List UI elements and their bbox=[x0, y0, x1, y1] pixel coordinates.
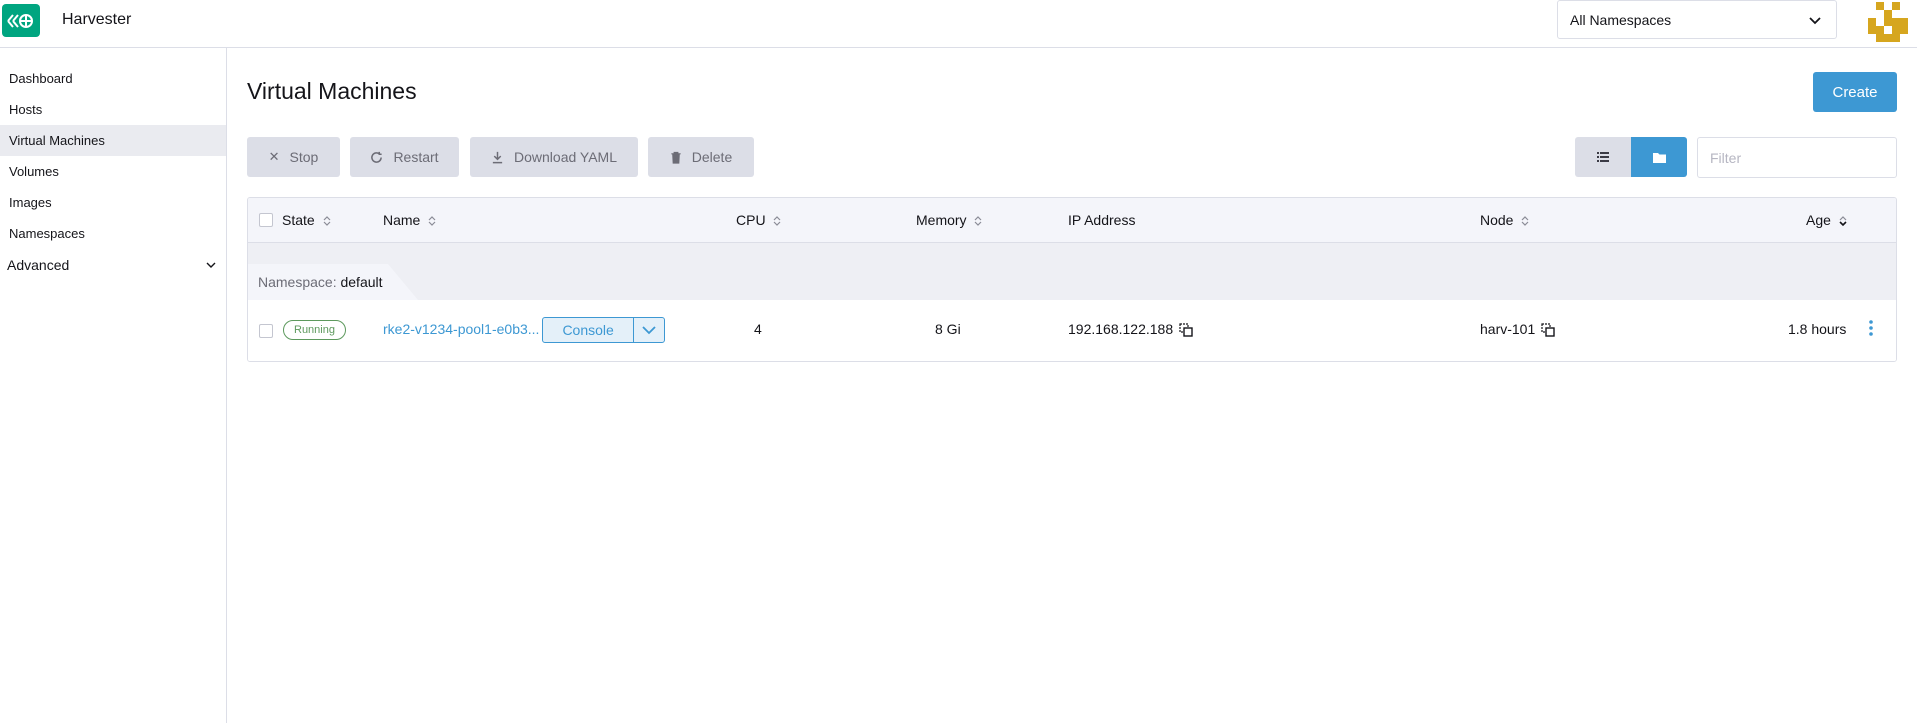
chevron-down-icon bbox=[642, 326, 656, 335]
filter-input[interactable] bbox=[1697, 137, 1897, 178]
user-avatar[interactable] bbox=[1868, 2, 1908, 42]
node-cell: harv-101 bbox=[1480, 321, 1555, 337]
sidebar: Dashboard Hosts Virtual Machines Volumes… bbox=[0, 48, 227, 723]
sidebar-item-images[interactable]: Images bbox=[0, 187, 226, 218]
download-yaml-button[interactable]: Download YAML bbox=[470, 137, 638, 177]
ip-address-value: 192.168.122.188 bbox=[1068, 321, 1174, 337]
namespace-select-value: All Namespaces bbox=[1570, 11, 1672, 28]
console-dropdown[interactable] bbox=[634, 325, 664, 335]
folder-icon bbox=[1652, 152, 1666, 163]
status-badge: Running bbox=[283, 320, 346, 340]
sort-icon bbox=[975, 216, 982, 227]
sidebar-item-volumes[interactable]: Volumes bbox=[0, 156, 226, 187]
harvester-logo-icon[interactable] bbox=[2, 4, 40, 37]
cpu-value: 4 bbox=[754, 321, 762, 337]
column-age-label: Age bbox=[1806, 212, 1831, 228]
ip-address-cell: 192.168.122.188 bbox=[1068, 321, 1193, 337]
stop-label: Stop bbox=[289, 149, 319, 165]
column-node[interactable]: Node bbox=[1480, 212, 1529, 228]
chevron-down-icon bbox=[1809, 17, 1821, 25]
app-title: Harvester bbox=[62, 11, 132, 28]
download-icon bbox=[492, 151, 503, 163]
namespace-select[interactable]: All Namespaces bbox=[1557, 0, 1837, 39]
copy-icon[interactable] bbox=[1179, 323, 1193, 337]
vm-table: State Name CPU Memory IP Address Node Ag… bbox=[247, 197, 1897, 362]
column-node-label: Node bbox=[1480, 212, 1514, 228]
delete-button[interactable]: Delete bbox=[648, 137, 754, 177]
sort-icon bbox=[428, 216, 436, 227]
sidebar-item-dashboard[interactable]: Dashboard bbox=[0, 63, 226, 94]
sort-icon bbox=[774, 216, 781, 227]
column-state-label: State bbox=[282, 212, 315, 228]
sidebar-group-advanced[interactable]: Advanced bbox=[0, 249, 226, 281]
select-all-checkbox[interactable] bbox=[259, 213, 273, 227]
column-cpu[interactable]: CPU bbox=[736, 212, 781, 228]
list-icon bbox=[1597, 152, 1609, 162]
sort-desc-icon bbox=[1839, 216, 1847, 227]
namespace-group-label: Namespace: default bbox=[258, 274, 383, 290]
close-icon: ✕ bbox=[268, 149, 280, 164]
memory-value: 8 Gi bbox=[935, 321, 961, 337]
console-button[interactable]: Console bbox=[542, 317, 665, 343]
column-age[interactable]: Age bbox=[1806, 212, 1847, 228]
node-value: harv-101 bbox=[1480, 321, 1536, 337]
vm-name-link[interactable]: rke2-v1234-pool1-e0b3... bbox=[383, 321, 539, 337]
column-name-label: Name bbox=[383, 212, 421, 228]
sort-icon bbox=[1521, 216, 1529, 227]
namespace-group-value: default bbox=[340, 274, 383, 290]
column-memory-label: Memory bbox=[916, 212, 967, 228]
page-title: Virtual Machines bbox=[247, 78, 417, 104]
table-header: State Name CPU Memory IP Address Node Ag… bbox=[248, 198, 1896, 243]
copy-icon[interactable] bbox=[1541, 323, 1555, 337]
console-label: Console bbox=[543, 318, 635, 342]
age-value: 1.8 hours bbox=[1788, 321, 1847, 337]
chevron-down-icon bbox=[206, 262, 216, 268]
row-checkbox[interactable] bbox=[259, 324, 273, 338]
namespace-group-tab: Namespace: default bbox=[248, 264, 418, 300]
column-cpu-label: CPU bbox=[736, 212, 766, 228]
table-row: Running rke2-v1234-pool1-e0b3... Console… bbox=[248, 300, 1896, 361]
view-toggle bbox=[1575, 137, 1687, 177]
column-state[interactable]: State bbox=[282, 212, 331, 228]
column-memory[interactable]: Memory bbox=[916, 212, 982, 228]
restart-label: Restart bbox=[393, 149, 439, 165]
top-header: Harvester All Namespaces bbox=[0, 0, 1917, 48]
namespace-group-row: Namespace: default bbox=[248, 243, 1896, 300]
stop-button[interactable]: ✕ Stop bbox=[247, 137, 340, 177]
kebab-menu-icon[interactable] bbox=[1868, 319, 1874, 337]
delete-label: Delete bbox=[691, 149, 733, 165]
download-yaml-label: Download YAML bbox=[514, 149, 617, 165]
namespace-group-key: Namespace: bbox=[258, 274, 337, 290]
column-name[interactable]: Name bbox=[383, 212, 436, 228]
group-by-namespace-button[interactable] bbox=[1631, 137, 1687, 177]
create-button[interactable]: Create bbox=[1813, 72, 1897, 112]
restart-button[interactable]: Restart bbox=[350, 137, 459, 177]
sidebar-item-hosts[interactable]: Hosts bbox=[0, 94, 226, 125]
sidebar-item-namespaces[interactable]: Namespaces bbox=[0, 218, 226, 249]
sidebar-item-virtual-machines[interactable]: Virtual Machines bbox=[0, 125, 226, 156]
sidebar-group-label: Advanced bbox=[7, 257, 70, 273]
flat-list-view-button[interactable] bbox=[1575, 137, 1631, 177]
trash-icon bbox=[671, 151, 681, 164]
refresh-icon bbox=[371, 151, 383, 163]
column-ip-address: IP Address bbox=[1068, 212, 1136, 228]
sort-icon bbox=[323, 216, 331, 227]
